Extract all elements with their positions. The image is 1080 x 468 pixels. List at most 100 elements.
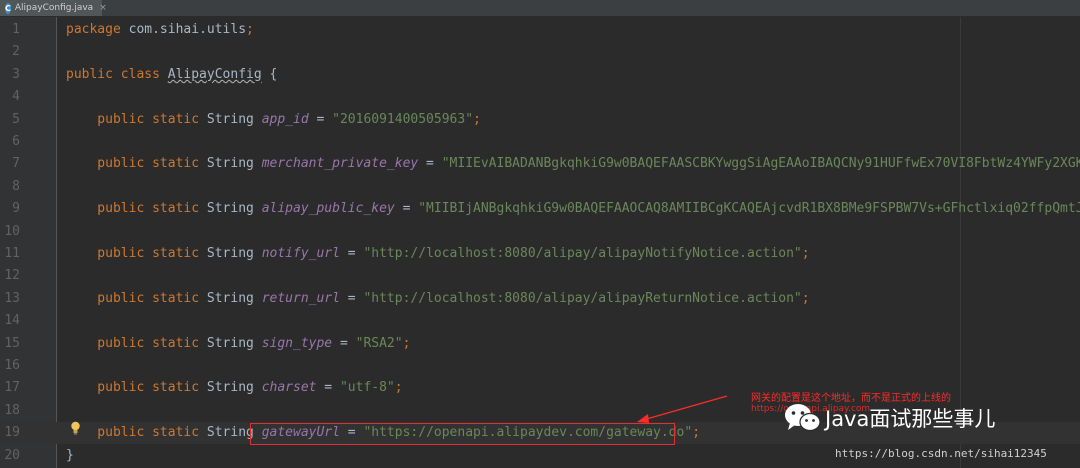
code-token: "http://localhost:8080/alipay/alipayNoti… [363, 246, 802, 261]
code-token: ; [473, 111, 481, 127]
line-number: 4 [12, 89, 20, 105]
watermark-name: Java面试那些事儿 [825, 407, 996, 431]
code-token: "MIIBIjANBgkqhkiG9w0BAQEFAAOCAQ8AMIIBCgK… [418, 201, 1080, 217]
code-text[interactable]: public class AlipayConfig { [66, 64, 277, 86]
line-number: 14 [4, 313, 20, 329]
code-token: public static [66, 290, 207, 306]
line-number: 10 [4, 223, 20, 239]
code-line[interactable]: 16 [0, 355, 1080, 377]
code-token: "http://localhost:8080/alipay/alipayRetu… [363, 290, 802, 306]
code-token: package [66, 22, 129, 37]
code-token: = [339, 290, 364, 306]
code-token: public static [66, 111, 207, 127]
line-number: 13 [4, 290, 20, 306]
code-token: = [394, 201, 419, 217]
code-line[interactable]: 3 public class AlipayConfig { [0, 64, 1080, 86]
code-token: ; [801, 290, 810, 306]
code-line[interactable]: 4 [0, 86, 1080, 108]
code-text[interactable]: public static String return_url = "http:… [66, 288, 810, 310]
code-line[interactable]: 10 [0, 221, 1080, 243]
java-class-icon: C [5, 2, 11, 14]
line-number: 18 [4, 402, 20, 418]
code-token: = [308, 111, 333, 127]
code-token: ; [402, 335, 411, 351]
code-token: public static [66, 335, 207, 351]
code-token: public static [66, 156, 207, 172]
code-line[interactable]: 13 public static String return_url = "ht… [0, 288, 1080, 310]
code-line[interactable]: 2 [0, 41, 1080, 63]
wechat-watermark: Java面试那些事儿 [783, 400, 995, 436]
code-token: com.sihai.utils [128, 22, 247, 37]
code-token: charset [261, 380, 317, 396]
code-token: String [206, 290, 262, 306]
code-line[interactable]: 7 public static String merchant_private_… [0, 153, 1080, 175]
code-token: { [261, 66, 278, 82]
lightbulb-icon[interactable] [70, 421, 81, 435]
code-token: public static [66, 380, 207, 396]
code-token: AlipayConfig [167, 66, 262, 82]
watermark-url: https://blog.csdn.net/sihai12345 [835, 447, 1047, 460]
code-token: app_id [261, 111, 309, 127]
line-number: 16 [4, 358, 20, 373]
code-token: notify_url [261, 246, 340, 261]
line-number: 12 [4, 268, 20, 284]
code-text[interactable]: public static String merchant_private_ke… [66, 153, 1080, 175]
code-token: public static [66, 425, 207, 441]
line-number: 19 [4, 425, 20, 441]
close-icon[interactable]: × [99, 3, 107, 13]
code-token: ; [246, 22, 254, 37]
code-line[interactable]: 8 [0, 176, 1080, 198]
code-token: "MIIEvAIBADANBgkqhkiG9w0BAQEFAASCBKYwggS… [441, 156, 1080, 172]
code-token: String [206, 246, 262, 261]
code-token: alipay_public_key [261, 201, 395, 217]
line-number: 6 [12, 134, 20, 149]
code-token: = [418, 156, 442, 172]
line-number: 9 [12, 201, 20, 217]
code-token: "RSA2" [355, 335, 403, 351]
code-token: public static [66, 201, 207, 217]
code-token: String [206, 111, 262, 127]
code-line[interactable]: 1 package com.sihai.utils; [0, 19, 1080, 41]
code-line[interactable]: 9 public static String alipay_public_key… [0, 198, 1080, 220]
code-token: ; [394, 380, 403, 396]
line-number: 8 [12, 178, 20, 194]
gateway-url-highlight [250, 423, 675, 445]
code-token: String [206, 380, 262, 396]
code-token: public class [66, 66, 168, 82]
tab-alipayconfig[interactable]: C AlipayConfig.java × [0, 0, 107, 16]
code-line[interactable]: 11 public static String notify_url = "ht… [0, 243, 1080, 265]
code-token: String [206, 156, 262, 172]
code-token: ; [692, 425, 701, 441]
code-line[interactable]: 5 public static String app_id = "2016091… [0, 109, 1080, 131]
code-line[interactable]: 15 public static String sign_type = "RSA… [0, 333, 1080, 355]
line-number: 20 [4, 447, 20, 463]
code-line[interactable]: 6 [0, 131, 1080, 153]
code-token: "utf-8" [339, 380, 395, 396]
line-number: 17 [4, 380, 20, 396]
code-token: return_url [261, 290, 340, 306]
code-line[interactable]: 12 [0, 265, 1080, 287]
code-token: = [332, 335, 356, 351]
code-token: merchant_private_key [261, 156, 419, 172]
code-token: ; [801, 246, 810, 261]
line-number: 5 [12, 111, 20, 127]
code-text[interactable]: public static String notify_url = "http:… [66, 243, 810, 265]
code-token: sign_type [261, 335, 333, 351]
code-text[interactable]: public static String charset = "utf-8"; [66, 377, 403, 399]
code-token: "2016091400505963" [332, 111, 474, 127]
code-token: = [339, 246, 364, 261]
code-text[interactable]: public static String app_id = "201609140… [66, 109, 481, 131]
code-line[interactable]: 14 [0, 310, 1080, 332]
line-number: 2 [12, 44, 20, 60]
code-text[interactable]: package com.sihai.utils; [66, 19, 254, 41]
code-text[interactable]: } [66, 445, 74, 467]
line-number: 7 [12, 156, 20, 172]
code-text[interactable]: public static String alipay_public_key =… [66, 198, 1080, 220]
line-number: 15 [4, 335, 20, 351]
code-text[interactable]: public static String sign_type = "RSA2"; [66, 333, 410, 355]
line-number: 11 [4, 246, 20, 261]
tab-label: AlipayConfig.java [14, 3, 94, 13]
code-token: = [316, 380, 340, 396]
editor-tab-bar: C AlipayConfig.java × [0, 0, 1080, 17]
code-token: public static [66, 246, 207, 261]
